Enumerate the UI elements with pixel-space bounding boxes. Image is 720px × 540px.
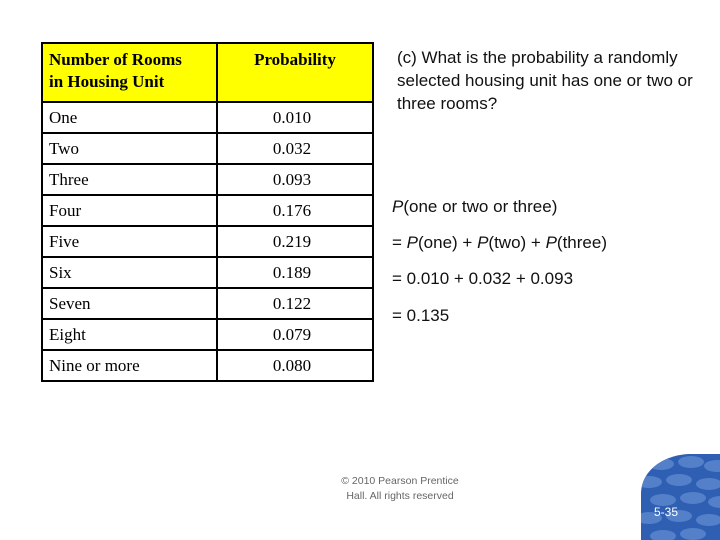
probability-cell: 0.122 (216, 287, 374, 320)
solution-line-1: P(one or two or three) (392, 197, 557, 217)
table-row: One 0.010 (41, 101, 374, 134)
solution-line-2: = P(one) + P(two) + P(three) (392, 233, 607, 253)
copyright-footer: © 2010 Pearson Prentice Hall. All rights… (341, 475, 459, 502)
rooms-cell: Seven (41, 287, 218, 320)
solution-line-3: = 0.010 + 0.032 + 0.093 (392, 269, 574, 288)
rooms-cell: Three (41, 163, 218, 196)
table-row: Six 0.189 (41, 256, 374, 289)
header-rooms-line2: in Housing Unit (49, 72, 165, 91)
rooms-cell: Eight (41, 318, 218, 351)
table-row: Nine or more 0.080 (41, 349, 374, 382)
header-rooms-line1: Number of Rooms (49, 50, 182, 69)
slide-number-badge (641, 454, 720, 540)
header-rooms: Number of Rooms in Housing Unit (41, 42, 218, 103)
probability-cell: 0.093 (216, 163, 374, 196)
p-symbol: P (406, 233, 418, 252)
slide-number: 5-35 (654, 505, 679, 519)
p-symbol: P (392, 197, 404, 216)
solution-text: (two) + (488, 233, 546, 252)
probability-cell: 0.032 (216, 132, 374, 165)
solution-text: (one) + (418, 233, 478, 252)
rooms-cell: Six (41, 256, 218, 289)
table-row: Eight 0.079 (41, 318, 374, 351)
header-probability: Probability (216, 42, 374, 103)
solution-line-1-text: (one or two or three) (403, 197, 558, 216)
table-header-row: Number of Rooms in Housing Unit Probabili… (41, 42, 374, 103)
solution-line-4: = 0.135 (392, 306, 450, 325)
solution-text: = (392, 233, 407, 252)
p-symbol: P (477, 233, 489, 252)
table-row: Four 0.176 (41, 194, 374, 227)
rooms-cell: Nine or more (41, 349, 218, 382)
rooms-cell: Four (41, 194, 218, 227)
probability-cell: 0.176 (216, 194, 374, 227)
solution-text: (three) (556, 233, 607, 252)
p-symbol: P (545, 233, 557, 252)
probability-cell: 0.219 (216, 225, 374, 258)
probability-table: Number of Rooms in Housing Unit Probabili… (41, 42, 374, 382)
table-row: Three 0.093 (41, 163, 374, 196)
probability-cell: 0.189 (216, 256, 374, 289)
rooms-cell: One (41, 101, 218, 134)
table-row: Five 0.219 (41, 225, 374, 258)
probability-cell: 0.079 (216, 318, 374, 351)
table-row: Seven 0.122 (41, 287, 374, 320)
question-text: (c) What is the probability a randomly s… (397, 48, 693, 113)
probability-cell: 0.080 (216, 349, 374, 382)
probability-cell: 0.010 (216, 101, 374, 134)
table-row: Two 0.032 (41, 132, 374, 165)
rooms-cell: Five (41, 225, 218, 258)
rooms-cell: Two (41, 132, 218, 165)
